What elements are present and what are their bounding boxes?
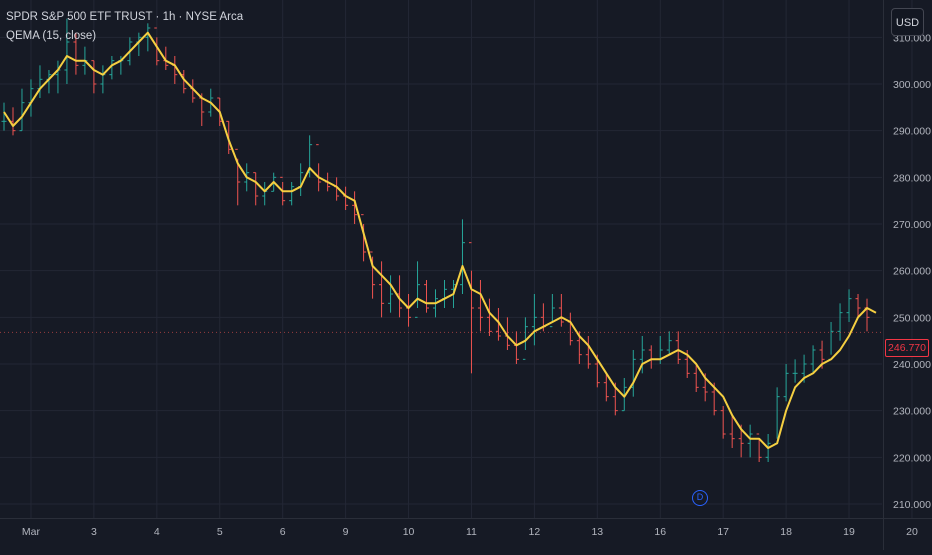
x-tick-label: 6 bbox=[280, 526, 286, 538]
dividend-marker-icon[interactable]: D bbox=[692, 490, 708, 506]
x-tick-label: Mar bbox=[22, 526, 41, 538]
y-tick-label: 240.000 bbox=[893, 359, 931, 371]
x-tick-label: 11 bbox=[466, 526, 477, 538]
x-tick-label: 19 bbox=[843, 526, 855, 538]
x-tick-label: 18 bbox=[780, 526, 792, 538]
y-tick-label: 250.000 bbox=[893, 312, 931, 324]
x-tick-label: 12 bbox=[529, 526, 541, 538]
y-tick-label: 270.000 bbox=[893, 219, 931, 231]
y-tick-label: 280.000 bbox=[893, 172, 931, 184]
y-tick-label: 210.000 bbox=[893, 499, 931, 511]
y-tick-label: 230.000 bbox=[893, 406, 931, 418]
ema-series-line bbox=[3, 31, 877, 449]
x-tick-label: 4 bbox=[154, 526, 160, 538]
y-tick-label: 220.000 bbox=[893, 452, 931, 464]
ema-layer bbox=[3, 31, 877, 449]
x-tick-label: 3 bbox=[91, 526, 97, 538]
x-tick-label: 13 bbox=[591, 526, 603, 538]
y-tick-label: 300.000 bbox=[893, 79, 931, 91]
symbol-title[interactable]: SPDR S&P 500 ETF TRUST · 1h · NYSE Arca bbox=[6, 8, 243, 27]
grid-lines bbox=[0, 0, 913, 518]
x-tick-label: 17 bbox=[717, 526, 729, 538]
chart[interactable]: 210.000 220.000 230.000 240.000 250.000 260.0… bbox=[0, 0, 932, 550]
x-tick-label: 5 bbox=[217, 526, 223, 538]
x-tick-label: 16 bbox=[654, 526, 666, 538]
chart-legend: SPDR S&P 500 ETF TRUST · 1h · NYSE Arca … bbox=[6, 8, 243, 46]
x-tick-label: 10 bbox=[403, 526, 415, 538]
y-tick-label: 290.000 bbox=[893, 126, 931, 138]
last-price-tag: 246.770 bbox=[885, 339, 929, 357]
x-tick-label: 20 bbox=[906, 526, 918, 538]
ohlc-bars bbox=[1, 18, 870, 462]
indicator-label[interactable]: QEMA (15, close) bbox=[6, 27, 243, 46]
x-tick-label: 9 bbox=[343, 526, 349, 538]
price-chart-svg[interactable]: 210.000 220.000 230.000 240.000 250.000 260.0… bbox=[0, 0, 932, 550]
currency-button[interactable]: USD bbox=[891, 8, 924, 36]
y-tick-label: 260.000 bbox=[893, 266, 931, 278]
